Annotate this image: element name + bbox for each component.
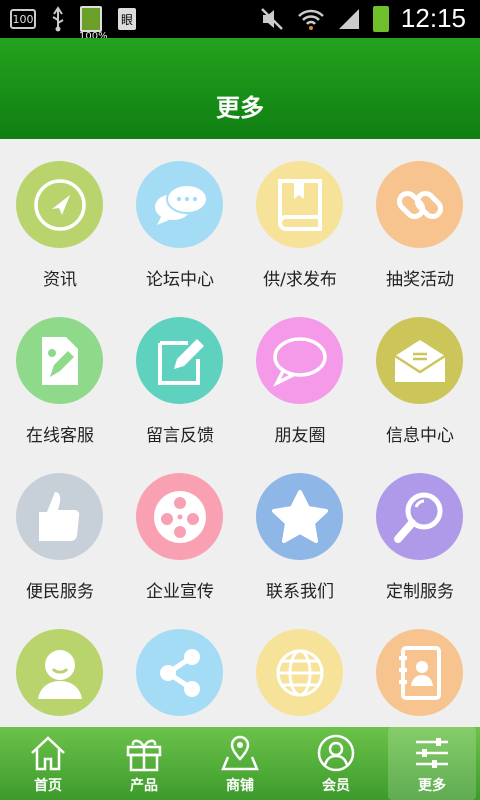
grid-item[interactable]: 信息中心	[360, 295, 480, 451]
grid-item-label: 便民服务	[26, 582, 94, 602]
icon-circle	[256, 317, 343, 404]
icon-circle	[376, 473, 463, 560]
document-pen-icon	[41, 336, 78, 385]
wifi-icon	[298, 9, 324, 30]
tab-member[interactable]: 会员	[288, 727, 384, 800]
notification-count-icon: 100	[10, 9, 36, 29]
status-time: 12:15	[400, 3, 466, 33]
svg-text:眼: 眼	[121, 13, 133, 27]
icon-circle	[136, 317, 223, 404]
mute-icon	[261, 7, 283, 30]
tab-label: 更多	[418, 778, 446, 794]
grid-item-label: 企业宣传	[146, 582, 214, 602]
contact-book-icon	[398, 645, 441, 700]
tab-home[interactable]: 首页	[0, 727, 96, 800]
thumbs-up-icon	[38, 491, 79, 541]
icon-circle	[16, 161, 103, 248]
sim-card-icon: 眼	[118, 8, 136, 30]
map-icon	[221, 735, 259, 771]
page-title: 更多	[216, 94, 264, 122]
tab-label: 产品	[130, 778, 158, 794]
grid-item[interactable]: 抽奖活动	[360, 139, 480, 295]
tab-products[interactable]: 产品	[96, 727, 192, 800]
icon-circle	[256, 629, 343, 716]
home-icon	[31, 736, 65, 771]
icon-circle	[136, 473, 223, 560]
globe-icon	[276, 649, 323, 696]
icon-circle	[16, 473, 103, 560]
envelope-icon	[393, 339, 446, 382]
grid-item-label: 信息中心	[386, 426, 454, 446]
icon-circle	[376, 317, 463, 404]
compass-icon	[33, 178, 86, 231]
grid-item[interactable]: 留言反馈	[120, 295, 240, 451]
icon-circle	[256, 161, 343, 248]
grid-item-label: 在线客服	[26, 426, 94, 446]
header-bar: 更多	[0, 38, 480, 139]
tab-label: 会员	[322, 778, 350, 794]
feature-grid: 资讯 论坛中心 供/求发布 抽奖活动 在线客服 留言反馈 朋友圈 信息中心 便民…	[0, 139, 480, 727]
icon-circle	[16, 317, 103, 404]
user-icon	[37, 649, 82, 699]
grid-item[interactable]	[360, 607, 480, 727]
grid-item[interactable]	[120, 607, 240, 727]
chain-link-icon	[396, 190, 443, 219]
grid-item[interactable]: 便民服务	[0, 451, 120, 607]
grid-item-label: 资讯	[43, 270, 77, 290]
battery-small-icon: 100%	[79, 6, 108, 42]
edit-icon	[157, 338, 204, 385]
tab-more[interactable]: 更多	[388, 727, 476, 800]
grid-item[interactable]: 在线客服	[0, 295, 120, 451]
star-icon	[271, 489, 328, 543]
grid-item[interactable]	[0, 607, 120, 727]
tab-shops[interactable]: 商铺	[192, 727, 288, 800]
grid-item-label: 论坛中心	[146, 270, 214, 290]
share-icon	[159, 648, 200, 697]
signal-icon	[338, 8, 359, 29]
grid-item[interactable]: 企业宣传	[120, 451, 240, 607]
bottom-tab-bar: 首页 产品 商铺 会员 更多	[0, 727, 480, 800]
magnifier-icon	[393, 492, 442, 543]
icon-circle	[136, 629, 223, 716]
usb-icon	[52, 6, 64, 32]
film-reel-icon	[153, 490, 206, 543]
grid-item[interactable]: 朋友圈	[240, 295, 360, 451]
icon-circle	[376, 161, 463, 248]
grid-item[interactable]: 联系我们	[240, 451, 360, 607]
grid-item[interactable]: 论坛中心	[120, 139, 240, 295]
status-bar: 100 100% 眼 12:15	[0, 0, 480, 42]
grid-item[interactable]: 定制服务	[360, 451, 480, 607]
grid-item-label: 定制服务	[386, 582, 454, 602]
book-icon	[277, 178, 322, 231]
grid-item[interactable]: 资讯	[0, 139, 120, 295]
gift-icon	[126, 739, 162, 772]
notification-count: 100	[12, 12, 34, 26]
tab-label: 首页	[34, 778, 62, 794]
icon-circle	[376, 629, 463, 716]
status-left-icons: 100 100% 眼	[10, 6, 138, 42]
status-right-icons: 12:15	[259, 3, 466, 34]
grid-item[interactable]	[240, 607, 360, 727]
grid-item-label: 供/求发布	[263, 270, 337, 290]
tab-label: 商铺	[226, 778, 254, 794]
grid-item-label: 朋友圈	[274, 426, 326, 446]
grid-item[interactable]: 供/求发布	[240, 139, 360, 295]
icon-circle	[16, 629, 103, 716]
battery-icon	[372, 5, 389, 32]
chat-bubbles-icon	[154, 183, 208, 225]
member-icon	[317, 734, 355, 772]
grid-item-label: 抽奖活动	[386, 270, 454, 290]
grid-item-label: 联系我们	[266, 582, 334, 602]
speech-bubble-icon	[272, 336, 327, 387]
icon-circle	[256, 473, 343, 560]
settings-sliders-icon	[416, 738, 448, 768]
icon-circle	[136, 161, 223, 248]
grid-item-label: 留言反馈	[146, 426, 214, 446]
